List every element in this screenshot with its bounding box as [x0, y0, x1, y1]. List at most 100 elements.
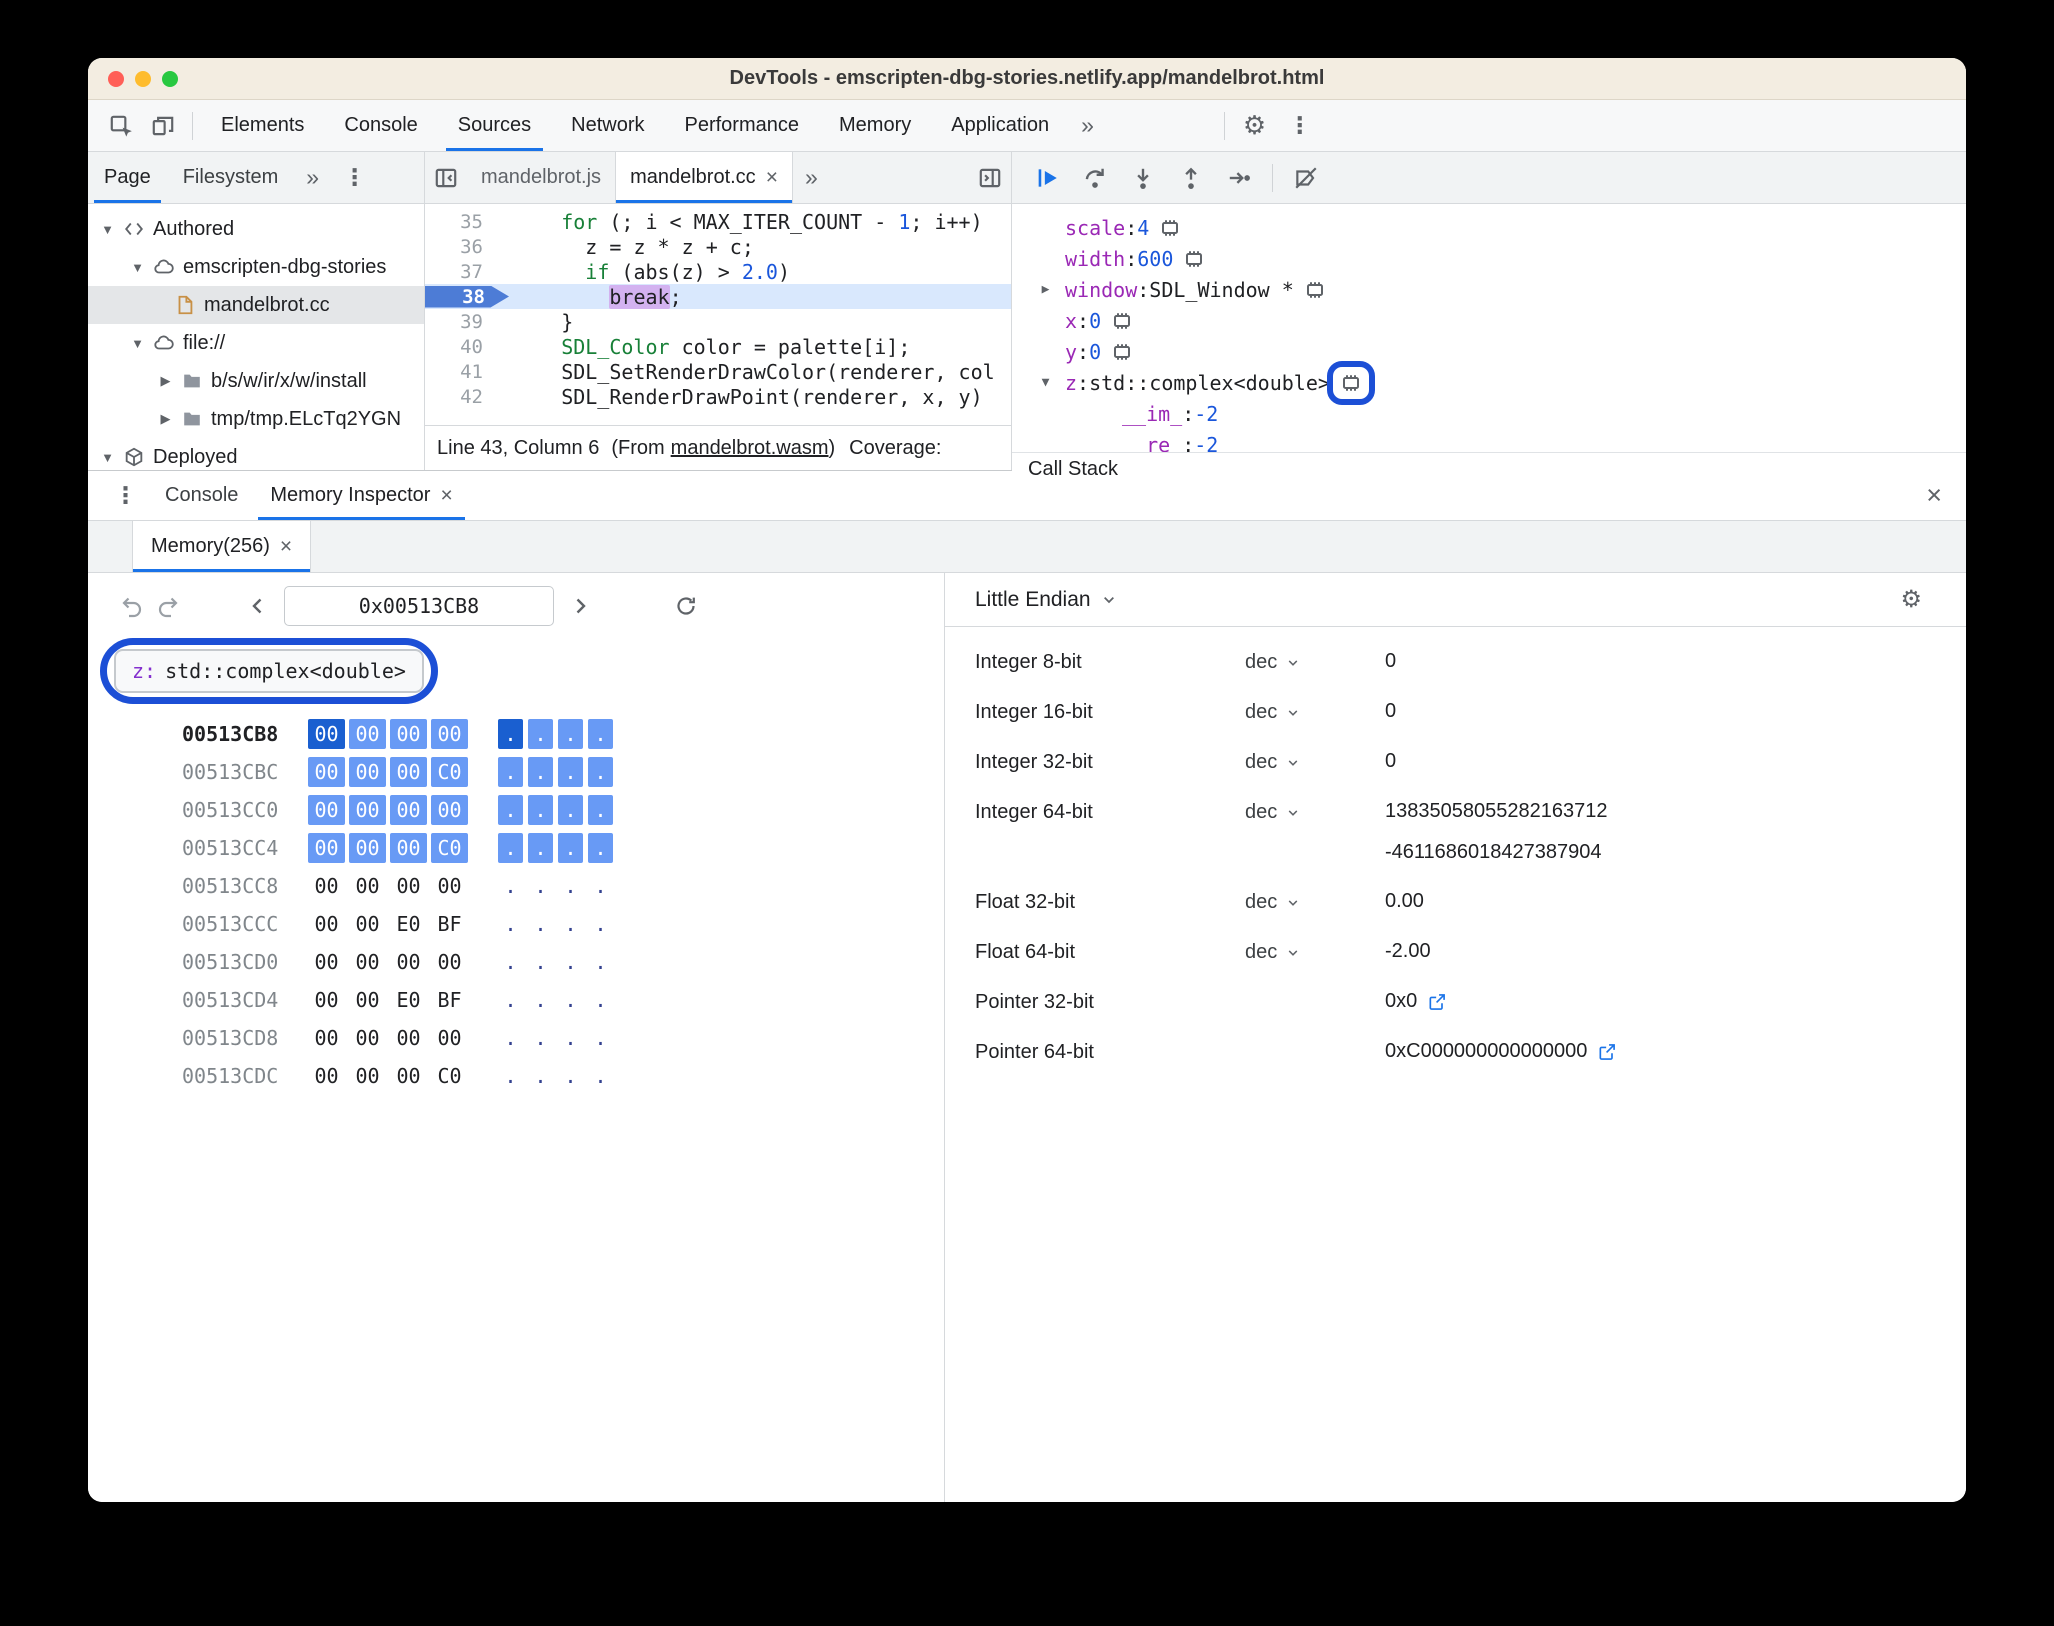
memory-ascii[interactable]: .	[588, 947, 613, 977]
memory-inspector-chip-icon[interactable]	[1182, 247, 1206, 271]
collapse-icon[interactable]: ▼	[100, 450, 115, 465]
expand-icon[interactable]: ▶	[158, 373, 173, 389]
endianness-value[interactable]: Little Endian	[975, 588, 1091, 612]
memory-byte[interactable]: 00	[349, 947, 386, 977]
memory-byte[interactable]: 00	[349, 795, 386, 825]
memory-byte[interactable]: C0	[431, 833, 468, 863]
memory-byte[interactable]: 00	[390, 947, 427, 977]
value-settings-gear-icon[interactable]: ⚙	[1890, 585, 1932, 614]
line-number-36[interactable]: 36	[425, 236, 497, 258]
device-toolbar-icon[interactable]	[142, 105, 184, 147]
tree-item-project[interactable]: ▼ emscripten-dbg-stories	[88, 248, 424, 286]
expand-icon[interactable]: ▶	[1038, 282, 1053, 297]
step-over-icon[interactable]	[1072, 152, 1118, 203]
memory-inspector-chip-icon[interactable]	[1110, 309, 1134, 333]
scope-variable-x[interactable]: x: 0	[1012, 305, 1966, 336]
memory-byte[interactable]: 00	[390, 757, 427, 787]
memory-byte[interactable]: 00	[390, 1061, 427, 1091]
memory-ascii[interactable]: .	[498, 719, 523, 749]
open-in-new-icon[interactable]	[1597, 1042, 1617, 1062]
scope-variable-window[interactable]: ▶ window: SDL_Window *	[1012, 274, 1966, 305]
memory-ascii[interactable]: .	[528, 833, 553, 863]
line-number-35[interactable]: 35	[425, 211, 497, 233]
memory-ascii[interactable]: .	[588, 1061, 613, 1091]
memory-ascii[interactable]: .	[558, 909, 583, 939]
more-panels-icon[interactable]: »	[1069, 112, 1106, 139]
minimize-window-button[interactable]	[135, 70, 151, 87]
more-navigator-tabs-icon[interactable]: »	[294, 164, 331, 191]
memory-byte[interactable]: 00	[308, 1023, 345, 1053]
resume-script-icon[interactable]	[1024, 152, 1070, 203]
navigator-menu-kebab-icon[interactable]: ⋮	[331, 164, 378, 191]
memory-ascii[interactable]: .	[588, 985, 613, 1015]
memory-ascii[interactable]: .	[558, 795, 583, 825]
memory-byte[interactable]: 00	[308, 871, 345, 901]
memory-inspector-chip-icon[interactable]	[1303, 278, 1327, 302]
format-dropdown[interactable]: dec	[1245, 650, 1385, 674]
scope-variable-z[interactable]: ▼ z: std::complex<double>	[1012, 360, 1966, 405]
memory-ascii[interactable]: .	[498, 757, 523, 787]
memory-byte[interactable]: 00	[308, 985, 345, 1015]
main-menu-kebab-icon[interactable]: ⋮	[1276, 112, 1323, 139]
redo-icon[interactable]	[150, 588, 186, 624]
memory-ascii[interactable]: .	[528, 871, 553, 901]
zoom-window-button[interactable]	[162, 70, 178, 87]
memory-byte[interactable]: 00	[308, 719, 345, 749]
memory-byte[interactable]: 00	[349, 719, 386, 749]
step-into-icon[interactable]	[1120, 152, 1166, 203]
deactivate-breakpoints-icon[interactable]	[1283, 152, 1329, 203]
line-number-37[interactable]: 37	[425, 261, 497, 283]
memory-byte[interactable]: 00	[349, 871, 386, 901]
memory-byte[interactable]: C0	[431, 1061, 468, 1091]
memory-byte[interactable]: 00	[431, 795, 468, 825]
memory-ascii[interactable]: .	[498, 947, 523, 977]
memory-ascii[interactable]: .	[498, 871, 523, 901]
collapse-icon[interactable]: ▼	[130, 260, 145, 275]
collapse-icon[interactable]: ▼	[1038, 375, 1053, 390]
memory-ascii[interactable]: .	[498, 833, 523, 863]
scope-variable-y[interactable]: y: 0	[1012, 336, 1966, 367]
panel-tab-elements[interactable]: Elements	[201, 100, 324, 151]
memory-byte[interactable]: 00	[308, 833, 345, 863]
format-dropdown[interactable]: dec	[1245, 700, 1385, 724]
close-tab-icon[interactable]: ×	[766, 166, 778, 190]
memory-ascii[interactable]: .	[528, 947, 553, 977]
line-number-40[interactable]: 40	[425, 336, 497, 358]
memory-byte[interactable]: 00	[349, 833, 386, 863]
memory-inspector-chip-icon[interactable]	[1339, 371, 1363, 395]
panel-tab-sources[interactable]: Sources	[438, 100, 551, 151]
memory-byte[interactable]: 00	[349, 757, 386, 787]
inspect-element-icon[interactable]	[100, 105, 142, 147]
memory-byte[interactable]: E0	[390, 909, 427, 939]
memory-ascii[interactable]: .	[588, 719, 613, 749]
tree-item-authored[interactable]: ▼ Authored	[88, 210, 424, 248]
memory-ascii[interactable]: .	[588, 757, 613, 787]
undo-icon[interactable]	[114, 588, 150, 624]
panel-tab-console[interactable]: Console	[324, 100, 437, 151]
memory-ascii[interactable]: .	[528, 909, 553, 939]
memory-buffer-tab[interactable]: Memory(256) ×	[132, 521, 312, 572]
memory-ascii[interactable]: .	[528, 719, 553, 749]
memory-ascii[interactable]: .	[528, 1023, 553, 1053]
next-page-icon[interactable]	[562, 588, 598, 624]
refresh-icon[interactable]	[668, 588, 704, 624]
expand-icon[interactable]: ▶	[158, 411, 173, 427]
memory-ascii[interactable]: .	[588, 909, 613, 939]
navigator-tab-page[interactable]: Page	[88, 152, 167, 203]
memory-ascii[interactable]: .	[558, 1061, 583, 1091]
interpretation-value[interactable]: 0xC000000000000000	[1385, 1040, 1617, 1063]
memory-byte[interactable]: 00	[390, 871, 427, 901]
memory-byte[interactable]: 00	[308, 1061, 345, 1091]
memory-inspector-chip-icon[interactable]	[1110, 340, 1134, 364]
close-memory-inspector-icon[interactable]: ×	[440, 484, 452, 508]
memory-ascii[interactable]: .	[498, 909, 523, 939]
drawer-tab-memory-inspector[interactable]: Memory Inspector ×	[254, 471, 468, 520]
line-number-41[interactable]: 41	[425, 361, 497, 383]
memory-ascii[interactable]: .	[498, 795, 523, 825]
memory-address-input[interactable]	[284, 586, 554, 626]
tree-item-install-folder[interactable]: ▶ b/s/w/ir/x/w/install	[88, 362, 424, 400]
memory-ascii[interactable]: .	[528, 1061, 553, 1091]
memory-ascii[interactable]: .	[558, 985, 583, 1015]
memory-ascii[interactable]: .	[588, 1023, 613, 1053]
memory-ascii[interactable]: .	[558, 833, 583, 863]
